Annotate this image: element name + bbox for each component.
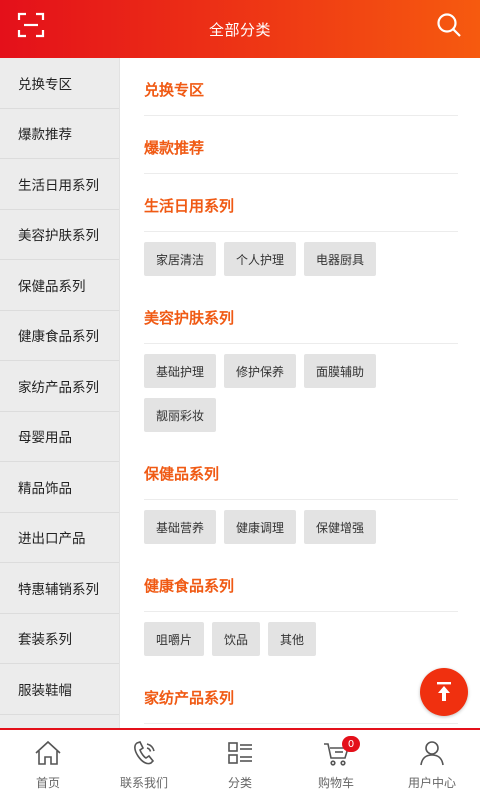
category-section: 保健品系列 基础营养 健康调理 保健增强 <box>120 442 480 554</box>
subcategory-chip[interactable]: 基础营养 <box>144 510 217 544</box>
section-title[interactable]: 美容护肤系列 <box>144 286 458 344</box>
category-section: 健康食品系列 咀嚼片 饮品 其他 <box>120 554 480 666</box>
tab-category[interactable]: 分类 <box>192 730 288 800</box>
arrow-up-icon <box>437 682 451 701</box>
category-content: 兑换专区 爆款推荐 生活日用系列 家居清洁 个人护理 电器厨具 美容护肤系列 基础护理 修护保养… <box>120 58 480 728</box>
tab-label: 购物车 <box>317 776 354 790</box>
section-title[interactable]: 兑换专区 <box>144 58 458 116</box>
section-title[interactable]: 家纺产品系列 <box>144 666 458 724</box>
bottom-tab-bar: 首页 联系我们 分类 0 购物车 用户中心 <box>0 728 480 800</box>
tab-label: 用户中心 <box>407 776 456 790</box>
sidebar-item[interactable]: 兑换专区 <box>0 58 119 109</box>
subcategory-chip[interactable]: 其他 <box>268 622 317 656</box>
sidebar-item[interactable]: 服装鞋帽 <box>0 664 119 715</box>
sidebar-item[interactable]: 美容护肤系列 <box>0 210 119 260</box>
category-sidebar: 兑换专区 爆款推荐 生活日用系列 美容护肤系列 保健品系列 健康食品系列 家纺产品系列 母婴用… <box>0 58 120 728</box>
subcategory-list: 基础营养 健康调理 保健增强 <box>144 500 458 554</box>
sidebar-item[interactable]: 套装系列 <box>0 614 119 664</box>
phone-icon <box>134 741 155 765</box>
subcategory-chip[interactable]: 面膜辅助 <box>304 354 377 388</box>
subcategory-list: 基础护理 修护保养 面膜辅助靓丽彩妆 <box>144 344 458 442</box>
top-bar: 全部分类 <box>0 0 480 58</box>
tab-label: 分类 <box>227 776 252 790</box>
sidebar-item[interactable]: 精品饰品 <box>0 462 119 513</box>
subcategory-chip[interactable]: 修护保养 <box>224 354 297 388</box>
section-title[interactable]: 保健品系列 <box>144 442 458 500</box>
subcategory-chip[interactable]: 饮品 <box>212 622 261 656</box>
sidebar-item[interactable]: 健康食品系列 <box>0 311 119 361</box>
subcategory-chip[interactable]: 基础护理 <box>144 354 217 388</box>
home-icon <box>35 740 61 765</box>
subcategory-chip[interactable]: 保健增强 <box>304 510 377 544</box>
sidebar-item[interactable]: 家纺产品系列 <box>0 361 119 412</box>
category-icon <box>228 742 252 764</box>
tab-phone[interactable]: 联系我们 <box>96 730 192 800</box>
page-title: 全部分类 <box>208 20 271 39</box>
scan-icon[interactable] <box>17 11 45 39</box>
sidebar-item[interactable]: 特惠辅销系列 <box>0 563 119 614</box>
sidebar-item[interactable]: 母婴用品 <box>0 412 119 462</box>
subcategory-chip[interactable]: 靓丽彩妆 <box>144 398 217 432</box>
back-to-top-button[interactable] <box>420 668 468 716</box>
subcategory-list: 家居清洁 个人护理 电器厨具 <box>144 232 458 286</box>
tab-home[interactable]: 首页 <box>0 730 96 800</box>
cart-count-badge: 0 <box>342 736 360 752</box>
sidebar-item[interactable]: 生活日用系列 <box>0 159 119 210</box>
section-title[interactable]: 健康食品系列 <box>144 554 458 612</box>
category-section: 爆款推荐 <box>120 116 480 174</box>
tab-label: 联系我们 <box>119 776 168 790</box>
category-section: 生活日用系列 家居清洁 个人护理 电器厨具 <box>120 174 480 286</box>
sidebar-item[interactable]: 进出口产品 <box>0 513 119 563</box>
sidebar-item[interactable]: 保健品系列 <box>0 260 119 311</box>
subcategory-chip[interactable]: 个人护理 <box>224 242 297 276</box>
subcategory-chip[interactable]: 电器厨具 <box>304 242 377 276</box>
subcategory-chip[interactable]: 健康调理 <box>224 510 297 544</box>
subcategory-chip[interactable]: 家居清洁 <box>144 242 217 276</box>
section-title[interactable]: 爆款推荐 <box>144 116 458 174</box>
subcategory-list: 咀嚼片 饮品 其他 <box>144 612 458 666</box>
sidebar-item[interactable]: 爆款推荐 <box>0 109 119 159</box>
category-section: 美容护肤系列基础护理 修护保养 面膜辅助靓丽彩妆 <box>120 286 480 442</box>
subcategory-chip[interactable]: 咀嚼片 <box>144 622 205 656</box>
section-title[interactable]: 生活日用系列 <box>144 174 458 232</box>
category-section: 兑换专区 <box>120 58 480 116</box>
search-icon[interactable] <box>436 11 462 39</box>
user-icon <box>420 741 444 766</box>
tab-user[interactable]: 用户中心 <box>384 730 480 800</box>
tab-cart[interactable]: 0 购物车 <box>288 730 384 800</box>
tab-label: 首页 <box>35 776 60 790</box>
